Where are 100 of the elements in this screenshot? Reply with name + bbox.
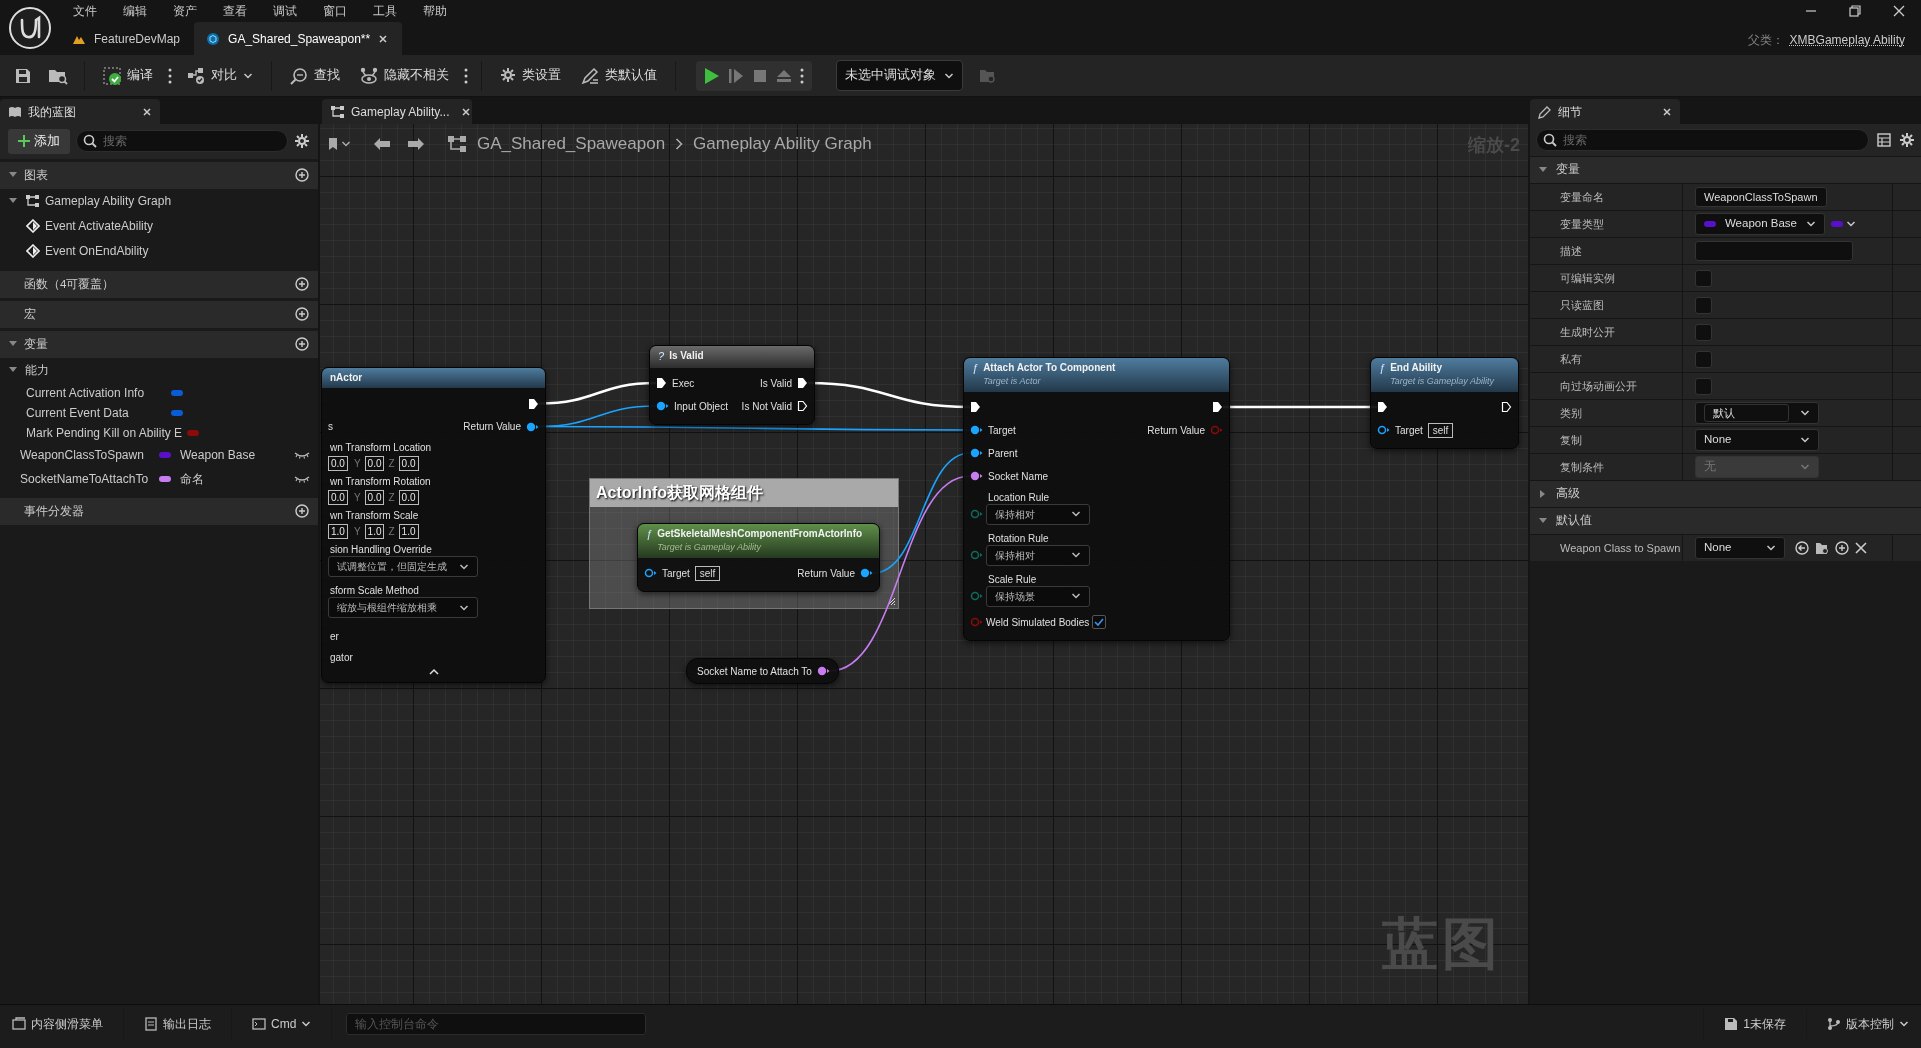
tree-item[interactable]: Gameplay Ability Graph [45,192,172,211]
number-field[interactable]: 0.0 [364,455,385,471]
exec-pin[interactable] [1212,401,1223,413]
table-icon[interactable] [1877,133,1891,147]
toolbar-button[interactable]: 编译 [95,62,161,89]
enum-dropdown[interactable]: 保持场景 [986,585,1090,607]
menu-item[interactable]: 帮助 [410,2,460,20]
add-icon[interactable] [1835,541,1849,555]
graph-node[interactable]: ƒ End Ability Target is Gameplay Ability Target self [1370,357,1519,449]
add-icon[interactable] [295,504,309,519]
restore-icon[interactable] [1849,5,1861,17]
toolbar-button[interactable]: 对比 [179,62,261,89]
status-button[interactable]: 输出日志 [138,1011,217,1036]
add-button[interactable]: 添加 [8,129,70,154]
checkbox[interactable] [1695,323,1712,341]
exec-pin[interactable] [970,401,981,413]
default-value-field[interactable]: self [1427,422,1454,438]
back-arrow-icon[interactable] [373,137,391,151]
number-field[interactable]: 0.0 [328,489,348,505]
exec-pin[interactable] [797,377,808,389]
menu-item[interactable]: 调试 [260,2,310,20]
graph-node[interactable]: ƒ GetSkeletalMeshComponentFromActorInfo Target is Gameplay Ability Target self Return Value [637,523,880,592]
toolbar-button[interactable]: 类默认值 [573,62,665,89]
enum-dropdown[interactable]: 缩放与根组件缩放相乘 [328,597,478,618]
status-button[interactable]: 1未保存 [1718,1011,1792,1036]
graph-node[interactable]: ƒ Attach Actor To Component Target is Actor Target Return Value Parent Socket Name Location Rule 保持相对 Rotation Rule 保持相对 Scale Rule 保持场景 Weld Simulated Bodies [963,357,1230,641]
logo-icon[interactable] [8,5,52,50]
number-field[interactable]: 1.0 [398,523,419,539]
settings-icon[interactable] [1899,132,1915,148]
bookmark-button[interactable] [328,137,351,151]
data-pin[interactable] [526,420,539,433]
data-pin[interactable] [1377,424,1390,436]
category-label[interactable]: 能力 [25,361,49,380]
menu-item[interactable]: 资产 [160,2,210,20]
data-pin[interactable] [656,400,669,412]
asset-dropdown[interactable]: None [1695,537,1785,559]
collapse-icon[interactable] [428,668,439,676]
exec-pin[interactable] [656,377,667,389]
section-header[interactable]: 变量 [1556,161,1580,179]
search-box[interactable]: 搜索 [1536,129,1869,151]
add-icon[interactable] [295,277,309,292]
checkbox[interactable] [1695,350,1712,368]
variable-item[interactable]: Current Activation Info [26,383,166,402]
document-tab[interactable]: GA_Shared_Spaweapon** [194,22,403,55]
use-selected-icon[interactable] [1795,541,1809,555]
status-button[interactable]: 内容侧滑菜单 [6,1011,109,1036]
tree-item[interactable]: Event OnEndAbility [45,242,149,261]
debug-dropdown[interactable]: 未选中调试对象 [836,60,963,91]
number-field[interactable]: 0.0 [398,455,419,471]
text-field[interactable]: WeaponClassToSpawn [1695,187,1827,207]
enum-dropdown[interactable]: 试调整位置，但固定生成 [328,556,478,577]
browse-icon[interactable] [1815,541,1829,555]
variable-item[interactable]: Mark Pending Kill on Ability E [26,423,183,442]
more-icon[interactable] [800,67,804,84]
menu-item[interactable]: 窗口 [310,2,360,20]
container-type-dropdown[interactable] [1831,219,1856,229]
add-icon[interactable] [295,337,309,352]
dropdown[interactable]: None [1695,429,1819,451]
data-pin[interactable] [970,508,983,520]
breadcrumb-item[interactable]: Gameplay Ability Graph [693,131,872,157]
exec-pin[interactable] [797,400,808,412]
status-button[interactable]: 版本控制 [1821,1011,1915,1036]
number-field[interactable]: 1.0 [364,523,385,539]
checkbox[interactable] [1695,377,1712,395]
step-icon[interactable] [728,66,744,85]
variable-node[interactable]: Socket Name to Attach To [686,658,839,684]
number-field[interactable]: 1.0 [328,523,348,539]
exec-pin[interactable] [1377,401,1388,413]
data-pin[interactable] [816,665,830,677]
more-icon[interactable] [168,68,172,85]
data-pin[interactable] [970,549,983,561]
text-field[interactable] [1695,241,1853,261]
variable-item[interactable]: SocketNameToAttachTo [20,469,154,488]
menu-item[interactable]: 文件 [60,2,110,20]
parent-class-link[interactable]: XMBGameplay Ability [1789,31,1905,49]
panel-tab[interactable]: 我的蓝图 [0,99,160,124]
data-pin[interactable] [860,567,873,579]
section-header[interactable]: 高级 [1556,485,1580,503]
forward-arrow-icon[interactable] [407,137,425,151]
graph-node[interactable] [321,367,546,683]
status-button[interactable]: Cmd [246,1011,318,1036]
number-field[interactable]: 0.0 [398,489,419,505]
data-pin[interactable] [970,590,983,602]
close-icon[interactable] [1893,5,1905,17]
console-input[interactable]: 输入控制台命令 [346,1012,647,1035]
enum-dropdown[interactable]: 保持相对 [986,544,1090,566]
close-icon[interactable] [461,106,472,117]
number-field[interactable]: 0.0 [328,455,348,471]
checkbox[interactable] [1092,615,1107,629]
more-icon[interactable] [464,68,468,85]
save-icon[interactable] [14,66,32,85]
tree-item[interactable]: Event ActivateAbility [45,217,154,236]
clear-icon[interactable] [1855,542,1867,554]
document-tab[interactable]: FeatureDevMap [60,22,195,55]
section-header[interactable]: 默认值 [1556,512,1592,530]
menu-item[interactable]: 查看 [210,2,260,20]
data-pin[interactable] [970,424,983,436]
toolbar-button[interactable]: 隐藏不相关 [352,62,457,89]
settings-icon[interactable] [294,133,310,150]
category-combo[interactable]: 默认 [1695,402,1819,424]
